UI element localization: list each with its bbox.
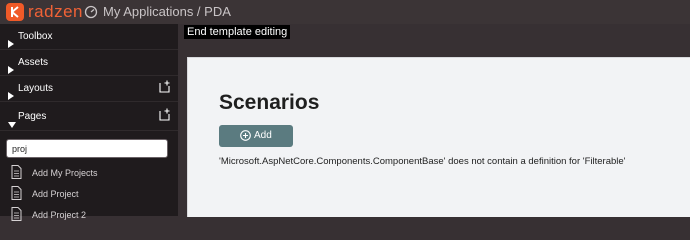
page-item-label: Add My Projects <box>32 168 98 178</box>
sidebar: Toolbox Assets Layouts Pages proj Add My… <box>0 24 178 221</box>
divider <box>0 130 178 131</box>
error-message: 'Microsoft.AspNetCore.Components.Compone… <box>219 156 626 167</box>
radzen-logo-icon[interactable] <box>6 3 24 21</box>
add-button[interactable]: Add <box>219 125 293 147</box>
add-button-label: Add <box>254 130 272 141</box>
brand-name[interactable]: radzen <box>28 2 83 22</box>
sidebar-item-pages[interactable]: Pages <box>0 104 178 130</box>
divider <box>0 101 178 102</box>
document-icon <box>11 207 22 229</box>
end-template-editing-button[interactable]: End template editing <box>184 25 291 39</box>
add-circle-icon <box>240 130 251 144</box>
sidebar-item-label: Assets <box>18 57 49 68</box>
page-item-add-project[interactable]: Add Project <box>0 183 178 205</box>
sidebar-item-label: Toolbox <box>18 31 53 42</box>
page-item-add-project-2[interactable]: Add Project 2 <box>0 204 178 226</box>
sidebar-item-toolbox[interactable]: Toolbox <box>0 24 178 50</box>
sidebar-item-label: Pages <box>18 111 47 122</box>
breadcrumb[interactable]: My Applications / PDA <box>103 3 231 21</box>
sidebar-item-assets[interactable]: Assets <box>0 50 178 76</box>
caret-down-icon <box>8 113 16 139</box>
pages-search-input[interactable] <box>6 139 168 158</box>
top-bar: radzen My Applications / PDA <box>0 0 690 24</box>
sidebar-item-label: Layouts <box>18 83 54 94</box>
page-item-label: Add Project <box>32 189 79 199</box>
sidebar-item-layouts[interactable]: Layouts <box>0 76 178 102</box>
page-item-add-my-projects[interactable]: Add My Projects <box>0 162 178 184</box>
dashboard-icon[interactable] <box>84 5 98 24</box>
page-title[interactable]: Scenarios <box>219 90 319 116</box>
page-item-label: Add Project 2 <box>32 210 87 220</box>
